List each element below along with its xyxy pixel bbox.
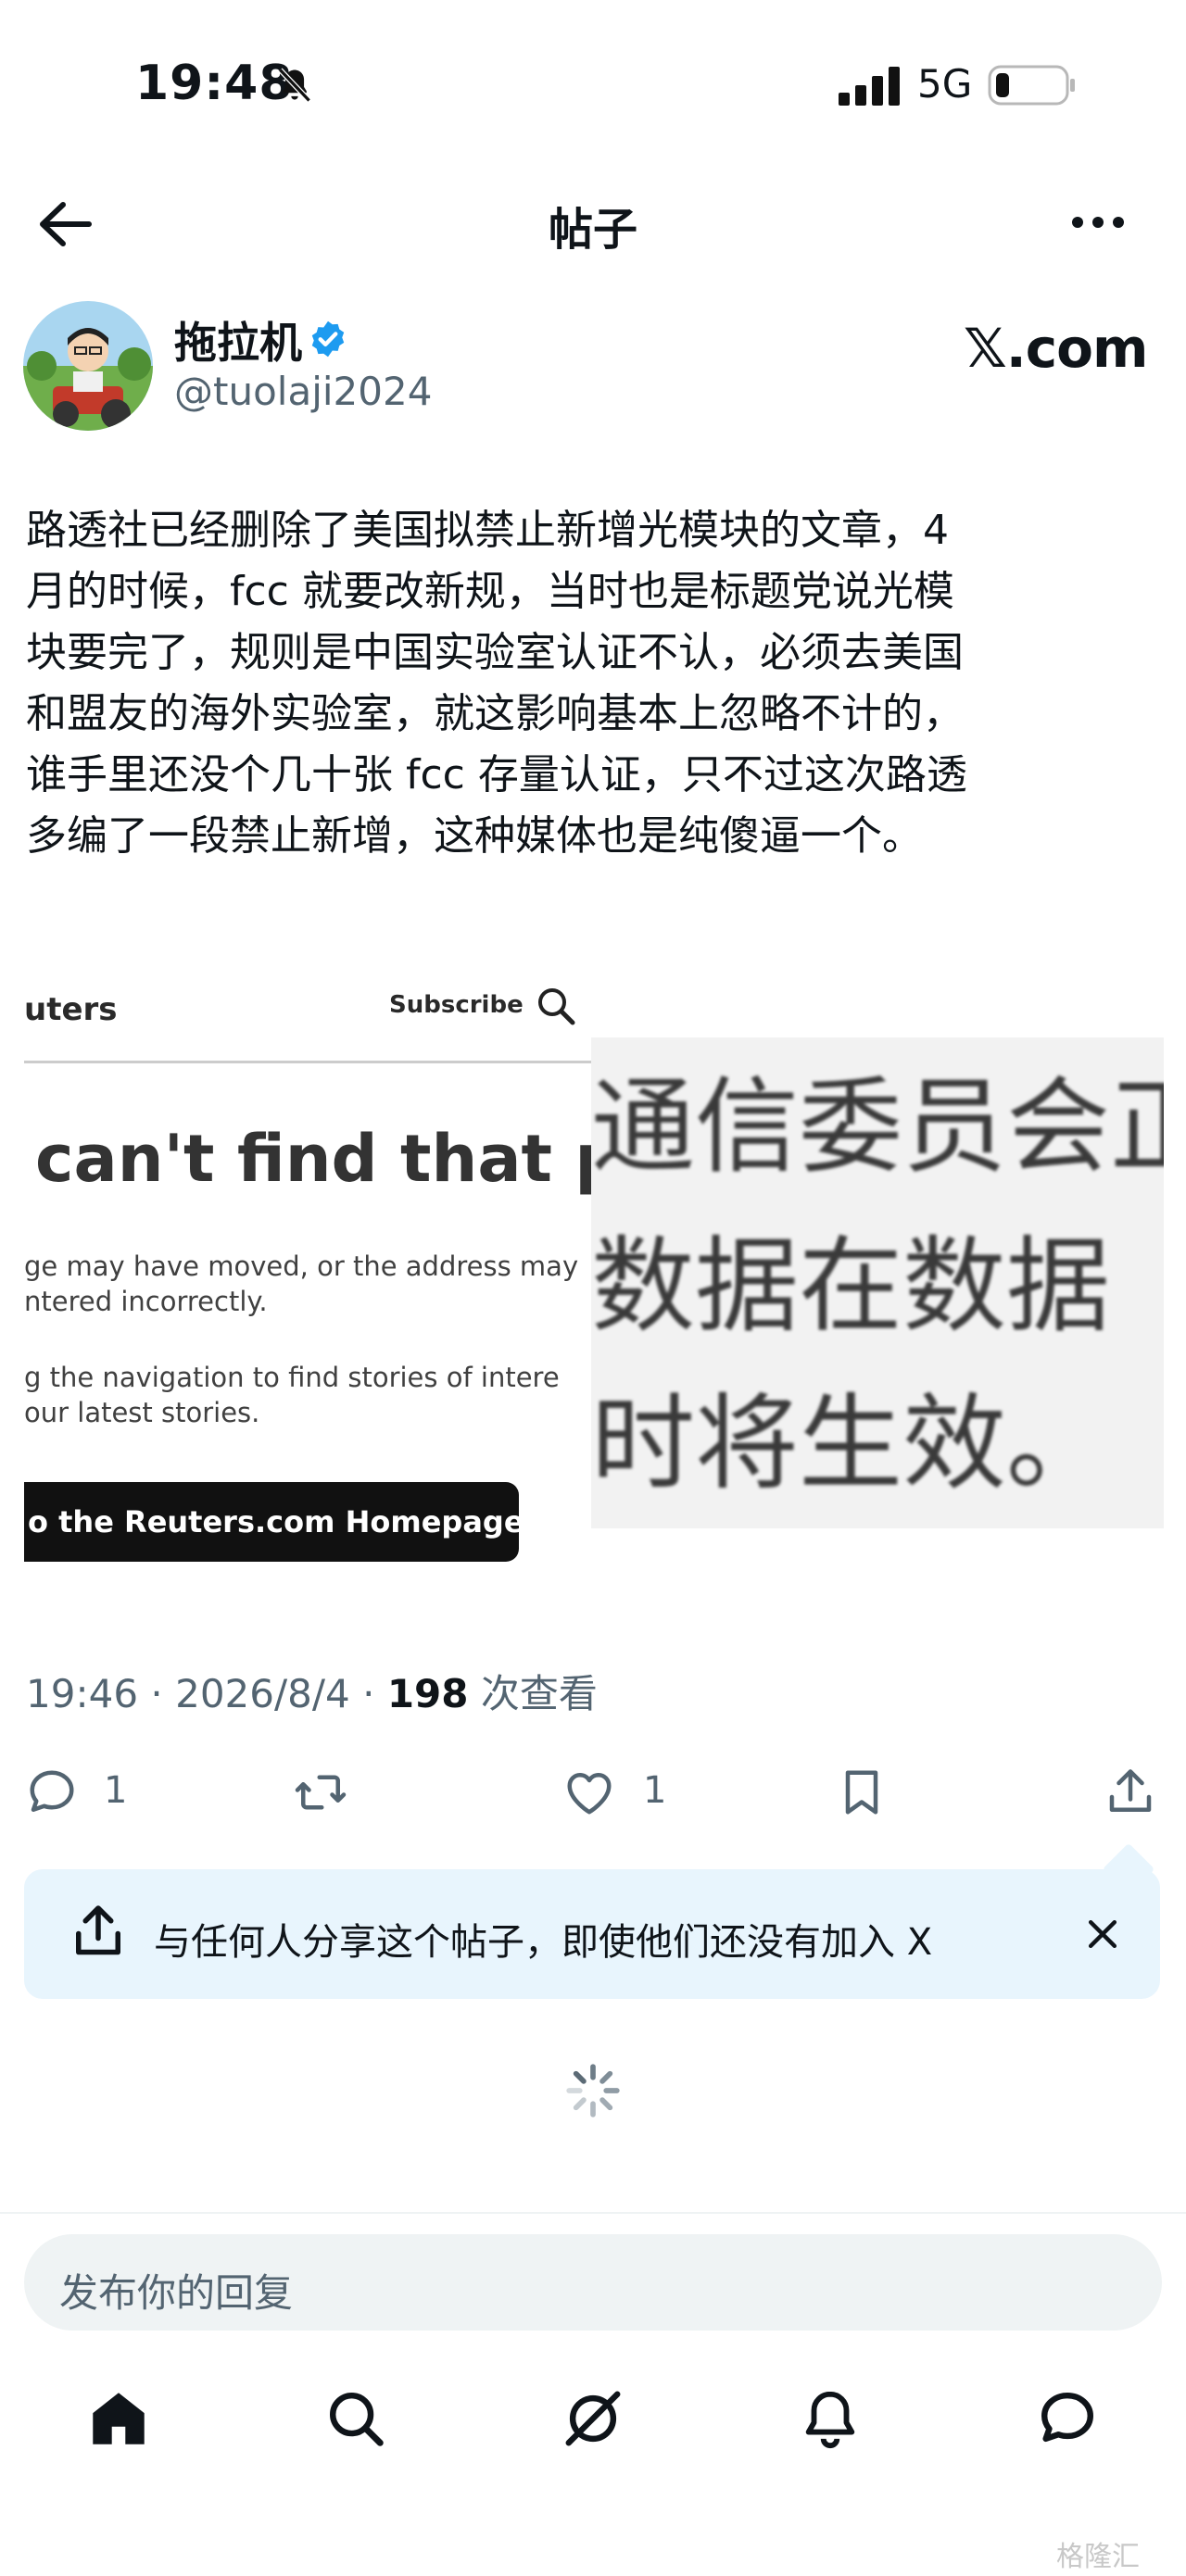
watermark-logo: 格隆汇 (1056, 2541, 1140, 2573)
post-text-line: 路透社已经删除了美国拟禁止新增光模块的文章，4 (26, 507, 949, 554)
signal-icon (839, 67, 900, 106)
post-text-line: 多编了一段禁止新增，这种媒体也是纯傻逼一个。 (26, 812, 923, 860)
verified-badge-icon (311, 320, 345, 358)
post-date: 2026/8/4 (175, 1671, 350, 1716)
post-text-line: 月的时候，fcc 就要改新规，当时也是标题党说光模 (26, 568, 954, 615)
zoomed-text-line: 通信委员会正 (591, 1067, 1164, 1187)
reuters-brand: uters (24, 991, 118, 1028)
like-count: 1 (643, 1769, 667, 1812)
reply-count: 1 (104, 1769, 128, 1812)
search-icon[interactable] (323, 2386, 388, 2451)
post-meta: 19:46 · 2026/8/4 · 198 次查看 (26, 1671, 598, 1716)
post-text: 路透社已经删除了美国拟禁止新增光模块的文章，4 月的时候，fcc 就要改新规，当… (26, 500, 1156, 867)
divider (24, 1061, 591, 1063)
network-type: 5G (917, 61, 973, 107)
post-text-line: 块要完了，规则是中国实验室认证不认，必须去美国 (26, 629, 964, 676)
avatar[interactable] (23, 301, 153, 431)
share-banner[interactable]: 与任何人分享这个帖子，即使他们还没有加入 X (24, 1869, 1160, 1999)
views-label: 次查看 (480, 1671, 598, 1716)
page-title: 帖子 (548, 204, 637, 256)
grok-icon[interactable] (561, 2386, 625, 2451)
loading-spinner-icon (566, 2064, 620, 2117)
messages-icon[interactable] (1035, 2386, 1100, 2451)
error-heading: can't find that pa (35, 1121, 591, 1197)
homepage-button: o the Reuters.com Homepage (24, 1482, 524, 1562)
author-handle[interactable]: @tuolaji2024 (174, 369, 432, 414)
post-time: 19:46 (26, 1671, 139, 1716)
zoomed-text-line: 数据在数据 (591, 1226, 1110, 1347)
post-text-line: 谁手里还没个几十张 fcc 存量认证，只不过这次路透 (26, 751, 967, 798)
error-text: ge may have moved, or the address may (24, 1250, 579, 1282)
share-icon[interactable] (1103, 1765, 1158, 1820)
error-text: g the navigation to find stories of inte… (24, 1362, 560, 1393)
notifications-bell-icon[interactable] (798, 2386, 863, 2451)
reply-input[interactable]: 发布你的回复 (24, 2234, 1162, 2331)
zoomed-text-line: 时将生效。 (591, 1384, 1110, 1504)
error-text: ntered incorrectly. (24, 1286, 268, 1317)
error-text: our latest stories. (24, 1397, 260, 1428)
post-text-line: 和盟友的海外实验室，就这影响基本上忽略不计的， (26, 690, 964, 737)
battery-icon (988, 65, 1075, 106)
like-heart-icon[interactable] (561, 1765, 617, 1820)
post-media-image[interactable]: uters Subscribe can't find that pa ge ma… (24, 963, 1164, 1579)
reuters-screenshot: uters Subscribe can't find that pa ge ma… (24, 963, 591, 1579)
x-com-tag: 𝕏.com (964, 317, 1148, 380)
bell-muted-icon (278, 68, 311, 103)
reply-placeholder: 发布你的回复 (59, 2270, 294, 2316)
share-banner-text: 与任何人分享这个帖子，即使他们还没有加入 X (154, 1921, 933, 1964)
author-name[interactable]: 拖拉机 (174, 309, 302, 371)
reply-icon[interactable] (24, 1765, 80, 1820)
share-upload-icon (76, 1905, 120, 1955)
divider (0, 2212, 1186, 2214)
view-count: 198 (386, 1671, 469, 1716)
close-icon[interactable] (1082, 1914, 1123, 1954)
home-icon[interactable] (86, 2386, 151, 2451)
repost-icon[interactable] (293, 1765, 348, 1820)
more-options-icon[interactable] (1070, 213, 1126, 232)
zoomed-text-image: 通信委员会正 数据在数据 时将生效。 (591, 1037, 1164, 1528)
subscribe-link: Subscribe (389, 991, 524, 1019)
bookmark-icon[interactable] (834, 1765, 890, 1820)
search-icon (538, 988, 575, 1025)
status-time: 19:48 (135, 56, 294, 111)
